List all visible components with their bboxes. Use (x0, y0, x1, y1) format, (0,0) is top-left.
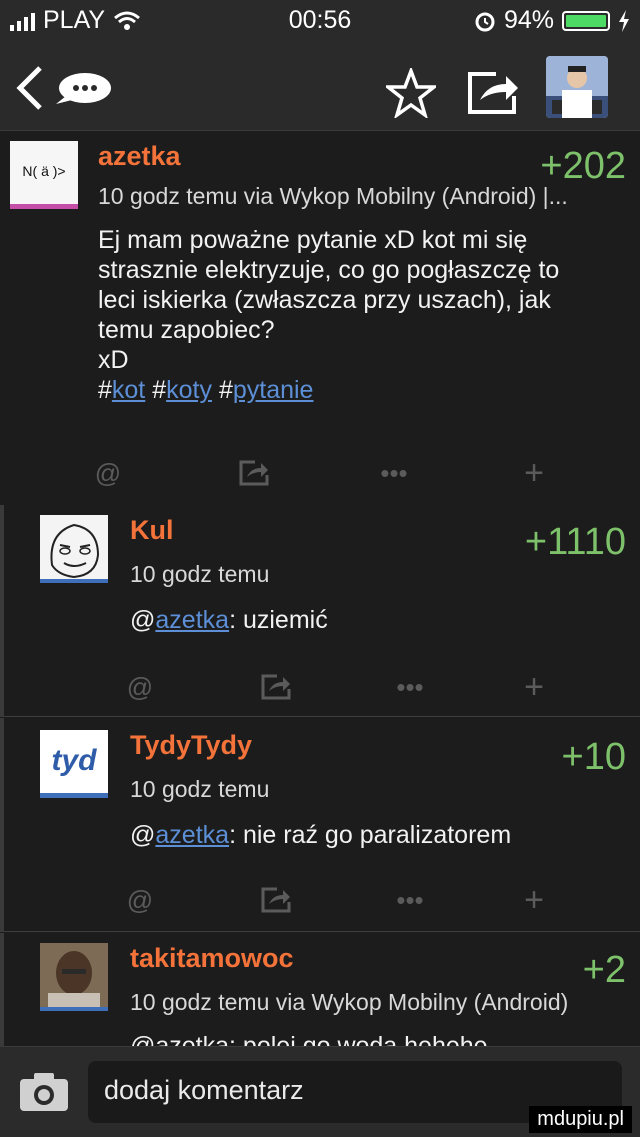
body-line: leci iskierka (zwłaszcza przy uszach), j… (98, 286, 551, 314)
reply-at-icon[interactable]: @ (120, 880, 160, 920)
body-line: strasznie elektryzuje, co go pogłaszczę … (98, 256, 560, 284)
comment-text: : nie raź go paralizatorem (229, 821, 512, 849)
share-icon[interactable] (256, 667, 296, 707)
comment-meta: 10 godz temu (130, 561, 270, 587)
avatar-label: tyd (51, 744, 97, 777)
post-body: Ej mam poważne pytanie xD kot mi się str… (98, 225, 618, 405)
author-avatar[interactable] (40, 515, 108, 583)
at-symbol: @ (130, 821, 156, 849)
battery-percent: 94% (503, 6, 554, 34)
post-meta: 10 godz temu via Wykop Mobilny (Android)… (98, 183, 568, 209)
author-avatar[interactable] (40, 943, 108, 1011)
more-icon[interactable]: ••• (374, 453, 414, 493)
status-right: 94% (474, 6, 630, 35)
more-icon[interactable]: ••• (390, 667, 430, 707)
body-line: Ej mam poważne pytanie xD kot mi się (98, 226, 528, 254)
nav-bar (0, 42, 640, 131)
comment-composer: dodaj komentarz mdupiu.pl (0, 1046, 640, 1137)
body-line: xD (98, 346, 129, 374)
user-avatar[interactable] (546, 56, 608, 118)
comment: Kul +1110 10 godz temu @azetka: uziemić … (0, 505, 640, 717)
body-line: temu zapobiec? (98, 316, 275, 344)
comment-body: @azetka: nie raź go paralizatorem (130, 820, 511, 850)
chat-bubble-icon[interactable] (52, 70, 114, 108)
vote-count[interactable]: +2 (583, 949, 626, 992)
tag-link[interactable]: kot (112, 376, 145, 404)
plus-icon[interactable]: + (514, 453, 554, 493)
star-icon[interactable] (386, 68, 436, 118)
reply-at-icon[interactable]: @ (120, 667, 160, 707)
camera-icon[interactable] (18, 1071, 70, 1113)
comment-text: : uziemić (229, 606, 328, 634)
comment: takitamowoc +2 10 godz temu via Wykop Mo… (0, 933, 640, 1046)
watermark: mdupiu.pl (529, 1106, 632, 1133)
comment-body: @azetka: uziemić (130, 605, 328, 635)
reply-at-icon[interactable]: @ (88, 453, 128, 493)
comment-author[interactable]: takitamowoc (130, 943, 294, 974)
vote-count[interactable]: +202 (540, 145, 626, 188)
comment-body-partial: @azetka: polej go wodą hehehe (130, 1032, 488, 1046)
hash-symbol: # (98, 376, 112, 404)
hash-symbol: # (218, 376, 233, 404)
plus-icon[interactable]: + (514, 880, 554, 920)
avatar-label: N( ä )> (22, 163, 66, 179)
comment-meta: 10 godz temu (130, 776, 270, 802)
comment-author[interactable]: TydyTydy (130, 730, 252, 761)
hash-symbol: # (152, 376, 167, 404)
alarm-icon (475, 12, 495, 31)
plus-icon[interactable]: + (514, 667, 554, 707)
comment-meta: 10 godz temu via Wykop Mobilny (Android) (130, 989, 569, 1015)
more-icon[interactable]: ••• (390, 880, 430, 920)
tag-link[interactable]: pytanie (233, 376, 314, 404)
at-symbol: @ (130, 606, 156, 634)
mention-link[interactable]: azetka (155, 821, 229, 849)
vote-count[interactable]: +10 (562, 736, 626, 779)
tag-link[interactable]: koty (166, 376, 212, 404)
comment-actions: @ ••• + (4, 667, 640, 707)
comment-author[interactable]: Kul (130, 515, 174, 546)
entry-post: N( ä )> azetka +202 10 godz temu via Wyk… (0, 131, 640, 506)
tag-line: #kot #koty #pytanie (98, 375, 618, 405)
post-author[interactable]: azetka (98, 141, 181, 172)
charging-icon (619, 9, 629, 32)
post-actions: @ ••• + (0, 453, 640, 493)
battery-icon (562, 10, 610, 31)
vote-count[interactable]: +1110 (525, 521, 626, 564)
comment: tyd TydyTydy +10 10 godz temu @azetka: n… (0, 718, 640, 932)
author-avatar[interactable]: N( ä )> (10, 141, 78, 209)
author-avatar[interactable]: tyd (40, 730, 108, 798)
share-icon[interactable] (256, 880, 296, 920)
status-bar: PLAY 00:56 94% (0, 0, 640, 42)
share-icon[interactable] (234, 453, 274, 493)
back-chevron-icon[interactable] (14, 66, 44, 110)
share-icon[interactable] (466, 70, 520, 116)
mention-link[interactable]: azetka (155, 606, 229, 634)
comment-actions: @ ••• + (4, 880, 640, 920)
